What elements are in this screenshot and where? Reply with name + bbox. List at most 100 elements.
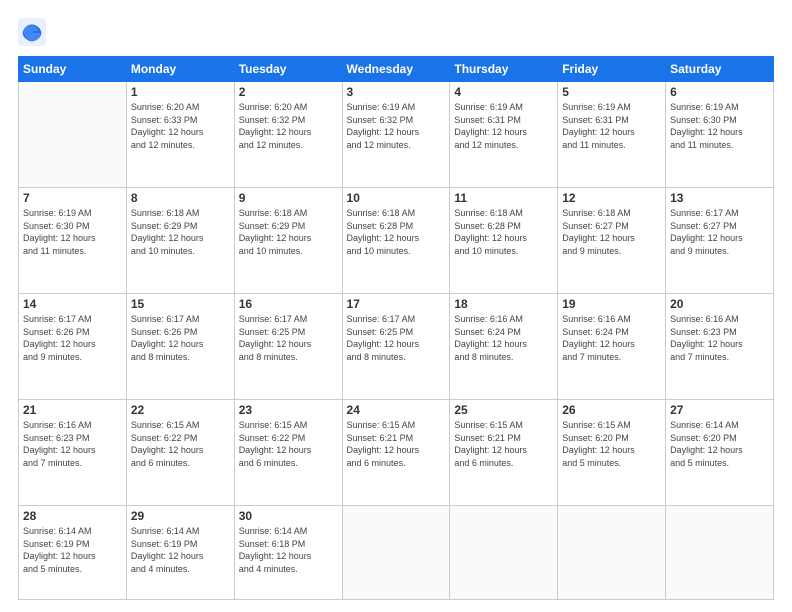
day-info: Sunrise: 6:19 AM Sunset: 6:31 PM Dayligh… — [562, 101, 661, 151]
calendar-dow-monday: Monday — [126, 57, 234, 82]
calendar-week-1: 1Sunrise: 6:20 AM Sunset: 6:33 PM Daylig… — [19, 82, 774, 188]
calendar-cell: 3 Sunrise: 6:19 AM Sunset: 6:32 PM Daylig… — [342, 82, 450, 188]
calendar-cell: 17 Sunrise: 6:17 AM Sunset: 6:25 PM Dayli… — [342, 294, 450, 400]
calendar-cell: 5 Sunrise: 6:19 AM Sunset: 6:31 PM Daylig… — [558, 82, 666, 188]
calendar-week-3: 14 Sunrise: 6:17 AM Sunset: 6:26 PM Dayli… — [19, 294, 774, 400]
logo-icon — [18, 18, 46, 46]
day-info: Sunrise: 6:14 AM Sunset: 6:18 PM Dayligh… — [239, 525, 338, 575]
day-info: Sunrise: 6:19 AM Sunset: 6:30 PM Dayligh… — [670, 101, 769, 151]
calendar-cell: 7 Sunrise: 6:19 AM Sunset: 6:30 PM Daylig… — [19, 188, 127, 294]
day-info: Sunrise: 6:14 AM Sunset: 6:20 PM Dayligh… — [670, 419, 769, 469]
day-number: 19 — [562, 297, 661, 311]
calendar-dow-friday: Friday — [558, 57, 666, 82]
calendar-dow-thursday: Thursday — [450, 57, 558, 82]
logo — [18, 18, 50, 46]
calendar-cell: 12 Sunrise: 6:18 AM Sunset: 6:27 PM Dayli… — [558, 188, 666, 294]
calendar-cell: 22Sunrise: 6:15 AM Sunset: 6:22 PM Dayli… — [126, 400, 234, 506]
day-info: Sunrise: 6:15 AM Sunset: 6:21 PM Dayligh… — [347, 419, 446, 469]
day-number: 7 — [23, 191, 122, 205]
calendar-cell — [342, 506, 450, 600]
day-number: 4 — [454, 85, 553, 99]
calendar-week-4: 21 Sunrise: 6:16 AM Sunset: 6:23 PM Dayli… — [19, 400, 774, 506]
calendar-cell — [558, 506, 666, 600]
day-info: Sunrise: 6:20 AM Sunset: 6:32 PM Dayligh… — [239, 101, 338, 151]
day-number: 18 — [454, 297, 553, 311]
calendar-cell: 10 Sunrise: 6:18 AM Sunset: 6:28 PM Dayli… — [342, 188, 450, 294]
day-info: Sunrise: 6:18 AM Sunset: 6:29 PM Dayligh… — [131, 207, 230, 257]
day-info: Sunrise: 6:18 AM Sunset: 6:28 PM Dayligh… — [454, 207, 553, 257]
day-number: 26 — [562, 403, 661, 417]
day-number: 15 — [131, 297, 230, 311]
calendar-cell: 13 Sunrise: 6:17 AM Sunset: 6:27 PM Dayli… — [666, 188, 774, 294]
day-number: 6 — [670, 85, 769, 99]
day-info: Sunrise: 6:14 AM Sunset: 6:19 PM Dayligh… — [23, 525, 122, 575]
day-info: Sunrise: 6:15 AM Sunset: 6:20 PM Dayligh… — [562, 419, 661, 469]
day-number: 3 — [347, 85, 446, 99]
calendar-cell: 27 Sunrise: 6:14 AM Sunset: 6:20 PM Dayli… — [666, 400, 774, 506]
day-number: 28 — [23, 509, 122, 523]
day-info: Sunrise: 6:14 AM Sunset: 6:19 PM Dayligh… — [131, 525, 230, 575]
calendar-cell: 16 Sunrise: 6:17 AM Sunset: 6:25 PM Dayli… — [234, 294, 342, 400]
day-number: 16 — [239, 297, 338, 311]
calendar-cell — [450, 506, 558, 600]
calendar-cell: 8 Sunrise: 6:18 AM Sunset: 6:29 PM Daylig… — [126, 188, 234, 294]
calendar-cell: 11 Sunrise: 6:18 AM Sunset: 6:28 PM Dayli… — [450, 188, 558, 294]
day-info: Sunrise: 6:15 AM Sunset: 6:21 PM Dayligh… — [454, 419, 553, 469]
day-info: Sunrise: 6:17 AM Sunset: 6:25 PM Dayligh… — [347, 313, 446, 363]
calendar-week-5: 28 Sunrise: 6:14 AM Sunset: 6:19 PM Dayli… — [19, 506, 774, 600]
calendar-cell: 2 Sunrise: 6:20 AM Sunset: 6:32 PM Daylig… — [234, 82, 342, 188]
calendar-cell: 30 Sunrise: 6:14 AM Sunset: 6:18 PM Dayli… — [234, 506, 342, 600]
calendar-table: SundayMondayTuesdayWednesdayThursdayFrid… — [18, 56, 774, 600]
calendar-dow-sunday: Sunday — [19, 57, 127, 82]
day-number: 12 — [562, 191, 661, 205]
day-number: 9 — [239, 191, 338, 205]
day-info: Sunrise: 6:16 AM Sunset: 6:24 PM Dayligh… — [454, 313, 553, 363]
calendar-cell: 18 Sunrise: 6:16 AM Sunset: 6:24 PM Dayli… — [450, 294, 558, 400]
day-number: 10 — [347, 191, 446, 205]
day-number: 24 — [347, 403, 446, 417]
day-number: 30 — [239, 509, 338, 523]
day-number: 25 — [454, 403, 553, 417]
day-info: Sunrise: 6:19 AM Sunset: 6:32 PM Dayligh… — [347, 101, 446, 151]
calendar-cell — [666, 506, 774, 600]
day-info: Sunrise: 6:16 AM Sunset: 6:24 PM Dayligh… — [562, 313, 661, 363]
calendar-cell: 19 Sunrise: 6:16 AM Sunset: 6:24 PM Dayli… — [558, 294, 666, 400]
day-info: Sunrise: 6:18 AM Sunset: 6:27 PM Dayligh… — [562, 207, 661, 257]
day-info: Sunrise: 6:17 AM Sunset: 6:27 PM Dayligh… — [670, 207, 769, 257]
day-number: 17 — [347, 297, 446, 311]
calendar-cell: 26 Sunrise: 6:15 AM Sunset: 6:20 PM Dayli… — [558, 400, 666, 506]
calendar-cell: 25 Sunrise: 6:15 AM Sunset: 6:21 PM Dayli… — [450, 400, 558, 506]
day-info: Sunrise: 6:20 AM Sunset: 6:33 PM Dayligh… — [131, 101, 230, 151]
day-info: Sunrise: 6:19 AM Sunset: 6:31 PM Dayligh… — [454, 101, 553, 151]
calendar-cell: 6 Sunrise: 6:19 AM Sunset: 6:30 PM Daylig… — [666, 82, 774, 188]
calendar-cell: 15Sunrise: 6:17 AM Sunset: 6:26 PM Dayli… — [126, 294, 234, 400]
day-number: 11 — [454, 191, 553, 205]
calendar-dow-tuesday: Tuesday — [234, 57, 342, 82]
day-number: 29 — [131, 509, 230, 523]
calendar-cell: 23Sunrise: 6:15 AM Sunset: 6:22 PM Dayli… — [234, 400, 342, 506]
calendar-dow-wednesday: Wednesday — [342, 57, 450, 82]
day-info: Sunrise: 6:16 AM Sunset: 6:23 PM Dayligh… — [23, 419, 122, 469]
calendar-cell: 21 Sunrise: 6:16 AM Sunset: 6:23 PM Dayli… — [19, 400, 127, 506]
calendar-dow-saturday: Saturday — [666, 57, 774, 82]
day-number: 27 — [670, 403, 769, 417]
day-number: 8 — [131, 191, 230, 205]
calendar-cell: 9Sunrise: 6:18 AM Sunset: 6:29 PM Daylig… — [234, 188, 342, 294]
day-info: Sunrise: 6:17 AM Sunset: 6:26 PM Dayligh… — [23, 313, 122, 363]
day-info: Sunrise: 6:16 AM Sunset: 6:23 PM Dayligh… — [670, 313, 769, 363]
day-number: 13 — [670, 191, 769, 205]
calendar-cell: 20Sunrise: 6:16 AM Sunset: 6:23 PM Dayli… — [666, 294, 774, 400]
calendar-cell: 29 Sunrise: 6:14 AM Sunset: 6:19 PM Dayli… — [126, 506, 234, 600]
day-info: Sunrise: 6:17 AM Sunset: 6:25 PM Dayligh… — [239, 313, 338, 363]
day-info: Sunrise: 6:18 AM Sunset: 6:28 PM Dayligh… — [347, 207, 446, 257]
calendar-cell: 28 Sunrise: 6:14 AM Sunset: 6:19 PM Dayli… — [19, 506, 127, 600]
day-number: 21 — [23, 403, 122, 417]
calendar-cell: 4 Sunrise: 6:19 AM Sunset: 6:31 PM Daylig… — [450, 82, 558, 188]
header — [18, 18, 774, 46]
day-number: 14 — [23, 297, 122, 311]
calendar-header-row: SundayMondayTuesdayWednesdayThursdayFrid… — [19, 57, 774, 82]
day-info: Sunrise: 6:19 AM Sunset: 6:30 PM Dayligh… — [23, 207, 122, 257]
calendar-week-2: 7 Sunrise: 6:19 AM Sunset: 6:30 PM Daylig… — [19, 188, 774, 294]
day-number: 2 — [239, 85, 338, 99]
day-number: 5 — [562, 85, 661, 99]
